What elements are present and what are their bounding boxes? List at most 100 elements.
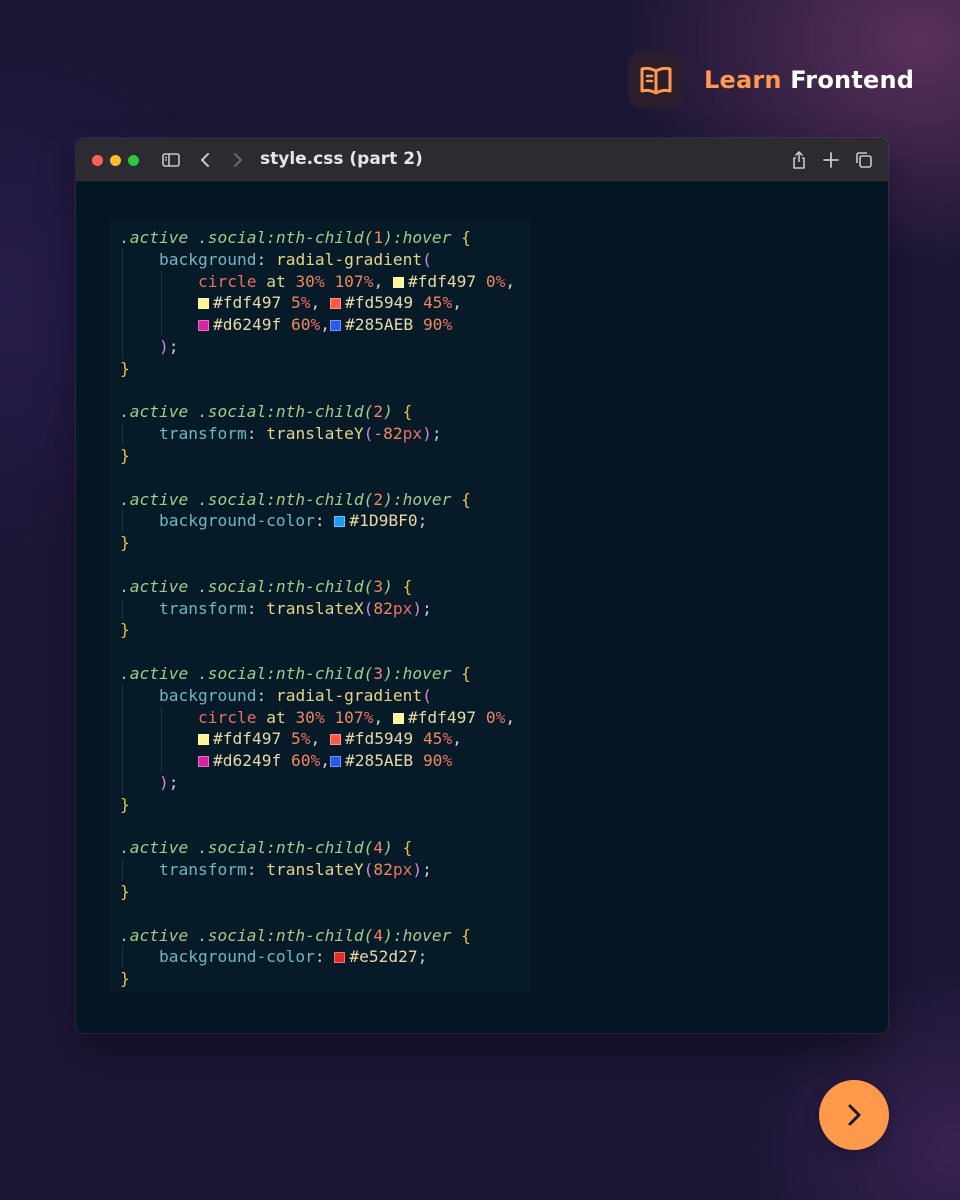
code-token: ;: [422, 598, 432, 618]
code-token: ):hover: [383, 489, 462, 509]
code-token: %: [363, 707, 374, 727]
indent-guide: [122, 314, 123, 336]
next-button[interactable]: [819, 1080, 889, 1150]
plus-icon[interactable]: [821, 150, 841, 170]
code-line: }: [120, 794, 515, 816]
code-token: translateX: [266, 598, 364, 618]
indent-guide: [122, 728, 123, 751]
code-token: #d6249f: [212, 315, 282, 335]
code-token: ): [158, 772, 169, 792]
code-token: 60: [290, 315, 311, 335]
forward-chevron-icon[interactable]: [227, 150, 247, 170]
code-token: 82: [373, 860, 393, 880]
indent-guide: [122, 510, 123, 533]
code-token: radial-gradient: [275, 249, 423, 269]
code-token: 30: [295, 707, 315, 727]
code-line: }: [120, 445, 515, 467]
back-chevron-icon[interactable]: [196, 150, 216, 170]
code-token: {: [461, 228, 471, 247]
color-swatch: [329, 756, 341, 768]
brand-name: Learn Frontend: [704, 66, 914, 94]
code-token: 2: [373, 489, 384, 509]
code-token: ;: [168, 336, 179, 356]
indent-guide: [161, 314, 163, 336]
code-token: 5: [290, 729, 301, 749]
code-token: %: [310, 751, 321, 771]
code-token: }: [120, 794, 130, 814]
code-line: );: [120, 335, 515, 358]
code-line: .active .social:nth-child(4):hover {: [120, 925, 515, 947]
code-token: #fdf497: [212, 293, 282, 313]
code-token: ,: [320, 751, 330, 771]
color-swatch: [197, 734, 209, 746]
code-line: }: [120, 619, 515, 641]
code-token: %: [442, 751, 453, 771]
sidebar-icon[interactable]: [161, 150, 181, 170]
close-window-button[interactable]: [92, 155, 103, 166]
indent-guide: [161, 706, 163, 729]
code-token: ): [383, 402, 403, 422]
window-title: style.css (part 2): [260, 149, 423, 169]
code-token: circle: [197, 271, 257, 291]
code-token: #fdf497: [407, 707, 477, 727]
code-token: px: [402, 424, 423, 444]
code-token: %: [310, 315, 321, 335]
code-token: .active .social:nth-child(: [120, 838, 374, 858]
code-token: %: [300, 729, 311, 749]
code-token: px: [392, 598, 413, 618]
code-line: background-color: #1D9BF0;: [120, 510, 515, 533]
code-token: background-color: [158, 511, 315, 531]
code-token: (: [422, 249, 432, 269]
code-token: ,: [505, 271, 516, 291]
code-token: at: [256, 707, 296, 727]
code-token: %: [300, 293, 311, 313]
code-token: #d6249f: [212, 751, 282, 771]
code-token: }: [120, 358, 130, 378]
code-token: .active .social:nth-child(: [120, 663, 374, 683]
code-token: ,: [373, 707, 393, 727]
minimize-window-button[interactable]: [110, 155, 121, 166]
indent-guide: [122, 684, 123, 707]
code-token: #fd5949: [344, 293, 414, 313]
code-token: ): [383, 838, 403, 858]
code-token: {: [461, 925, 471, 945]
code-token: (: [363, 598, 374, 618]
color-swatch: [392, 276, 404, 288]
code-token: transform: [158, 598, 247, 618]
code-token: 82: [373, 598, 393, 618]
code-token: (: [422, 685, 432, 705]
code-line: #d6249f 60%, #285AEB 90%: [120, 314, 515, 336]
code-token: .active .social:nth-child(: [120, 576, 374, 596]
code-token: }: [120, 445, 130, 465]
code-token: #fdf497: [212, 729, 282, 749]
maximize-window-button[interactable]: [128, 155, 139, 166]
code-token: }: [120, 881, 130, 901]
code-token: :: [314, 947, 335, 967]
code-token: %: [495, 271, 506, 291]
code-token: 2: [373, 402, 384, 422]
share-icon[interactable]: [789, 150, 809, 170]
code-line: .active .social:nth-child(2) {: [120, 401, 515, 423]
code-token: ): [158, 336, 169, 356]
code-line: .active .social:nth-child(2):hover {: [120, 489, 515, 511]
code-token: .active .social:nth-child(: [120, 228, 374, 247]
code-token: ,: [310, 729, 330, 749]
copy-tabs-icon[interactable]: [854, 150, 874, 170]
indent-guide: [122, 706, 123, 729]
indent-guide: [122, 335, 123, 358]
code-token: 30: [295, 271, 315, 291]
code-token: background-color: [158, 947, 315, 967]
code-line: background: radial-gradient(: [120, 684, 515, 707]
code-token: 4: [373, 925, 384, 945]
